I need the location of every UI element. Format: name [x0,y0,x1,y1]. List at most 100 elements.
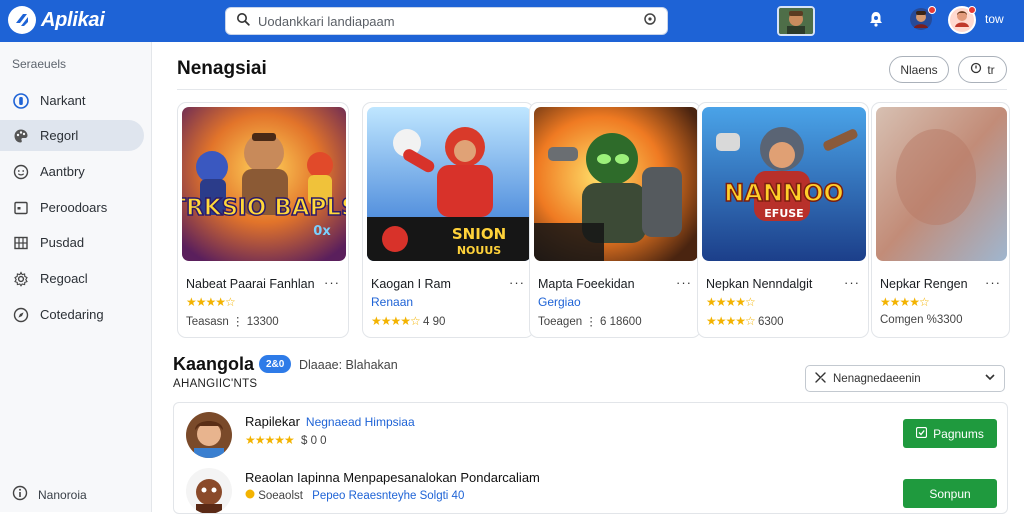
list-item-price: $ 0 0 [301,435,327,447]
more-options-icon[interactable]: ··· [676,275,692,290]
get-button[interactable]: Pagnums [903,419,997,448]
get-button-label: Pagnums [933,426,984,441]
featured-games-carousel: TRKSIO BAPLS 0x Nabeat Paarai Fanhlan ··… [177,102,1024,342]
sidebar-footer-label: Nanoroia [38,487,87,502]
game-card[interactable]: SNION NOUUS Kaogan I Ram ··· Renaan ★★★★… [362,102,534,338]
sidebar-item-cotedaring[interactable]: Cotedaring [0,299,144,330]
more-options-icon[interactable]: ··· [324,275,340,290]
sort-dropdown[interactable]: Nenagnedaeenin [805,365,1005,392]
game-title[interactable]: Nepkar Rengen [880,277,968,291]
list-item-meta-link[interactable]: Pepeo Reaesnteyhe Solgti 40 [312,490,464,502]
grid-icon [12,234,30,252]
coin-icon [245,489,255,502]
sidebar-item-label: Cotedaring [40,307,104,322]
notifications-button[interactable] [864,9,888,33]
sidebar: Seraeuels Narkant Regorl Aantbry Peroodo… [0,42,152,512]
list-section-subtitle: AHANGIIC'NTS [173,378,258,390]
section-divider [177,89,1007,90]
game-genre-link[interactable]: Renaan [371,295,413,309]
more-options-icon[interactable]: ··· [844,275,860,290]
game-cover-image [534,107,698,261]
star-rating: ★★★★☆ [371,314,421,328]
sidebar-item-narkant[interactable]: Narkant [0,85,144,116]
logo-icon [8,6,36,34]
sidebar-item-label: Narkant [40,93,86,108]
list-item-meta-text: Soeaolst [258,490,303,502]
game-genre-link[interactable]: Gergiao [538,295,581,309]
circle-badge-icon [12,92,30,110]
game-rating: ★★★★☆ [880,295,930,309]
game-title[interactable]: Nepkan Nenndalgit [706,277,812,291]
game-title[interactable]: Nabeat Paarai Fanhlan [186,277,315,291]
profile-badge-dot [968,6,976,14]
edit-button[interactable]: tr [958,56,1007,83]
recent-game-thumbnail[interactable] [777,6,815,36]
game-card[interactable]: Mapta Foeekidan ··· Gergiao Toeagen ⋮ 6 … [529,102,701,338]
star-rating: ★★★★★ [245,433,295,447]
cover-title-text: SNION [452,225,506,243]
list-item-title: Rapilekar Negnaead Himpsiaa [245,414,415,429]
edit-icon [970,62,982,77]
game-title[interactable]: Mapta Foeekidan [538,277,635,291]
download-icon [916,426,928,441]
sort-dropdown-value: Nenagnedaeenin [833,372,921,385]
palette-icon [12,127,30,145]
list-item[interactable]: Reaolan Iapinna Menpapesanalokan Pondarc… [174,459,1007,513]
list-item[interactable]: Rapilekar Negnaead Himpsiaa ★★★★★ $ 0 0 P… [174,403,1007,459]
cover-subtitle-text: NOUUS [457,244,501,257]
game-meta: Teasasn ⋮ 13300 [186,316,279,328]
game-card[interactable]: Nepkar Rengen ··· ★★★★☆ Comgen %3300 [871,102,1010,338]
settings-icon [12,270,30,288]
sidebar-item-regorl[interactable]: Regorl [0,120,144,151]
friends-button[interactable] [908,6,936,34]
game-rating: ★★★★☆ [706,295,756,309]
star-rating: ★★★★☆ [880,295,930,309]
game-avatar [186,468,232,513]
compass-icon [12,306,30,324]
sidebar-item-aantbry[interactable]: Aantbry [0,156,144,187]
info-icon [12,485,28,504]
game-card[interactable]: TRKSIO BAPLS 0x Nabeat Paarai Fanhlan ··… [177,102,349,338]
install-button[interactable]: Sonpun [903,479,997,508]
filter-button[interactable]: Nlaens [889,56,949,83]
search-input[interactable]: Uodankkari landiapaam [225,7,668,35]
sidebar-item-peroodoars[interactable]: Peroodoars [0,192,144,223]
rating-value: 6300 [758,316,784,328]
sidebar-item-pusdad[interactable]: Pusdad [0,227,144,258]
featured-section-title: Nenagsiai [177,58,267,79]
sidebar-item-label: Peroodoars [40,200,108,215]
voice-search-icon[interactable] [643,12,657,31]
count-badge: 2&0 [259,355,292,373]
more-options-icon[interactable]: ··· [509,275,525,290]
top-bar: Aplikai Uodankkari landiapaam tow [0,0,1024,42]
main-content: Nenagsiai Nlaens tr TRKSIO BAPLS 0x [153,42,1024,514]
app-logo[interactable]: Aplikai [8,6,105,34]
game-card[interactable]: NANNOO EFUSE Nepkan Nenndalgit ··· ★★★★☆… [697,102,869,338]
sort-icon [814,371,827,387]
game-rating: ★★★★☆ [186,295,236,309]
game-meta: Comgen %3300 [880,314,963,326]
sidebar-item-regoacl[interactable]: Regoacl [0,263,144,294]
star-rating: ★★★★☆ [706,295,756,309]
star-rating: ★★★★☆ [706,314,756,328]
sidebar-item-label: Aantbry [40,164,85,179]
game-meta: ★★★★☆ 6300 [706,314,784,328]
list-item-meta: Soeaolst Pepeo Reaesnteyhe Solgti 40 [245,489,464,502]
game-title[interactable]: Kaogan I Ram [371,277,451,291]
user-menu-label[interactable]: tow [985,12,1004,26]
sidebar-item-label: Pusdad [40,235,85,250]
more-options-icon[interactable]: ··· [985,275,1001,290]
cover-title-text: TRKSIO BAPLS [182,195,346,221]
notification-dot [928,6,936,14]
sidebar-footer-item[interactable]: Nanoroia [12,485,87,504]
sidebar-item-label: Regorl [40,128,79,143]
search-icon [236,12,250,31]
face-icon [12,163,30,181]
profile-avatar[interactable] [948,6,976,34]
list-section-description: Dlaaae: Blahakan [299,358,398,372]
list-item-title-link[interactable]: Negnaead Himpsiaa [306,415,415,429]
chevron-down-icon [984,371,996,386]
install-button-label: Sonpun [929,486,971,501]
game-cover-image: SNION NOUUS [367,107,531,261]
game-cover-image: NANNOO EFUSE [702,107,866,261]
